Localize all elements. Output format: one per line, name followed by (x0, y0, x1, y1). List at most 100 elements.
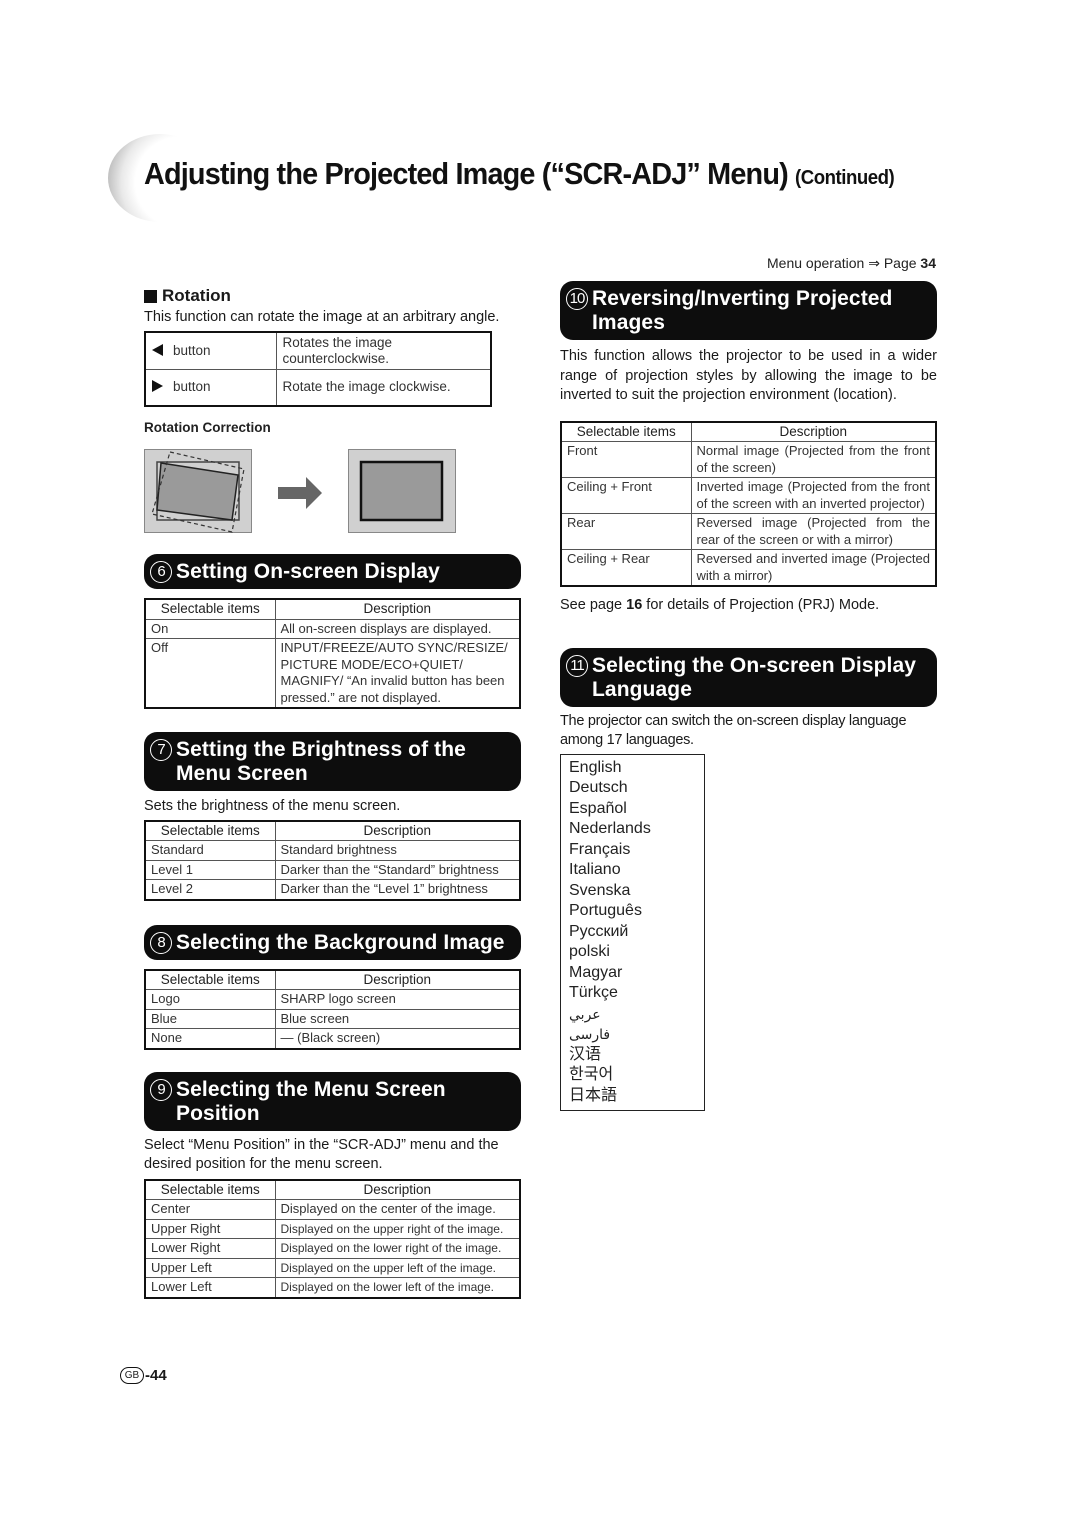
description-cell: Displayed on the lower left of the image… (274, 1277, 521, 1298)
page-number-footer: GB -44 (120, 1367, 167, 1384)
language-item: Español (569, 799, 627, 817)
language-item: Italiano (569, 861, 621, 878)
menu-operation-page-link[interactable]: 34 (920, 255, 936, 271)
column-header: Selectable items (144, 598, 276, 620)
section-intro: Sets the brightness of the menu screen. (144, 798, 401, 814)
section-header-menu-brightness: 7 Setting the Brightness of the Menu Scr… (144, 732, 521, 791)
background-image-table: Selectable items Description Logo SHARP … (144, 968, 521, 1050)
item-cell: Lower Left (144, 1277, 276, 1298)
section-header-on-screen-display: 6 Setting On-screen Display (144, 554, 521, 589)
rotation-heading-text: Rotation (162, 286, 231, 305)
menu-operation-page-label: Page (883, 255, 917, 271)
description-cell: Displayed on the center of the image. (274, 1199, 521, 1220)
rotation-correction-figure (144, 449, 521, 537)
column-header: Selectable items (560, 421, 692, 442)
description-cell: Standard brightness (274, 840, 521, 861)
table-row: Upper Right Displayed on the upper right… (144, 1218, 521, 1239)
column-header: Selectable items (144, 820, 276, 841)
item-cell: Lower Right (144, 1238, 276, 1259)
table-header-row: Selectable items Description (560, 421, 937, 442)
rotation-correction-diagram (144, 449, 456, 533)
note-page-link[interactable]: 16 (626, 597, 642, 613)
language-item: فارسی (569, 1026, 611, 1042)
rotation-button-label: button (173, 342, 211, 358)
section-number-badge: 6 (150, 561, 172, 583)
description-cell: Displayed on the lower right of the imag… (274, 1238, 521, 1259)
language-list: English Deutsch Español Nederlands Français I… (560, 753, 705, 1111)
item-cell: Ceiling + Rear (560, 549, 692, 587)
item-cell: Level 2 (144, 879, 276, 900)
description-cell: Displayed on the upper right of the imag… (274, 1218, 521, 1239)
language-item: English (569, 758, 622, 776)
table-row: Front Normal image (Projected from the f… (560, 441, 937, 478)
right-triangle-icon (152, 380, 163, 393)
page-number: -44 (145, 1367, 167, 1384)
section-title: Reversing/Inverting Projected Images (592, 287, 893, 334)
page-title-text: Adjusting the Projected Image (“SCR-ADJ”… (144, 156, 789, 191)
description-cell: All on-screen displays are displayed. (274, 618, 521, 639)
table-row: Blue Blue screen (144, 1008, 521, 1029)
language-item: Deutsch (569, 779, 628, 796)
description-cell: Blue screen (274, 1008, 521, 1029)
item-cell: Off (144, 638, 276, 709)
column-header: Description (690, 421, 937, 442)
section-intro: This function allows the projector to be… (560, 348, 937, 403)
language-item: 日本語 (569, 1086, 618, 1104)
page-title-continued: (Continued) (795, 167, 895, 189)
section-title: Setting On-screen Display (176, 560, 440, 583)
table-row: Level 2 Darker than the “Level 1” bright… (144, 879, 521, 900)
left-column: Rotation This function can rotate the im… (144, 286, 521, 1299)
language-item: polski (569, 943, 610, 960)
section-number-badge: 9 (150, 1078, 172, 1101)
description-cell: Reversed image (Projected from the rear … (690, 513, 937, 550)
left-triangle-icon (152, 343, 163, 356)
section-title: Setting the Brightness of the Menu Scree… (176, 738, 466, 785)
arrow-right-icon (278, 477, 322, 509)
rotation-button-cell: button (144, 331, 277, 370)
rotation-description: This function can rotate the image at an… (144, 309, 500, 325)
section-number-badge: 11 (566, 654, 588, 677)
description-cell: INPUT/FREEZE/AUTO SYNC/RESIZE/ PICTURE M… (274, 638, 521, 709)
table-row: Standard Standard brightness (144, 840, 521, 861)
region-badge-gb: GB (120, 1367, 144, 1384)
item-cell: Ceiling + Front (560, 477, 692, 514)
item-cell: Center (144, 1199, 276, 1220)
section-intro: The projector can switch the on-screen d… (560, 712, 907, 749)
table-row: Rear Reversed image (Projected from the … (560, 513, 937, 550)
menu-position-table: Selectable items Description Center Disp… (144, 1178, 521, 1299)
item-cell: Level 1 (144, 859, 276, 880)
section-title: Selecting the On-screen Display Language (592, 653, 917, 701)
table-row: None — (Black screen) (144, 1028, 521, 1049)
right-column: 10 Reversing/Inverting Projected Images … (560, 281, 937, 1111)
table-row: Upper Left Displayed on the upper left o… (144, 1257, 521, 1278)
table-header-row: Selectable items Description (144, 969, 521, 990)
rotation-desc-cell: Rotate the image clockwise. (275, 368, 492, 407)
page-title: Adjusting the Projected Image (“SCR-ADJ”… (144, 156, 895, 192)
menu-operation-label: Menu operation (767, 255, 865, 271)
note-suffix: for details of Projection (PRJ) Mode. (646, 597, 880, 613)
description-cell: Reversed and inverted image (Projected w… (690, 549, 937, 587)
table-row: Ceiling + Front Inverted image (Projecte… (560, 477, 937, 514)
item-cell: Standard (144, 840, 276, 861)
column-header: Description (274, 820, 521, 841)
language-item: 汉语 (569, 1045, 602, 1063)
section-title: Selecting the Background Image (176, 930, 505, 954)
language-item: Português (569, 902, 642, 919)
rotation-button-cell: button (144, 368, 277, 407)
language-item: Svenska (569, 881, 631, 899)
item-cell: None (144, 1028, 276, 1049)
rotation-heading: Rotation (144, 286, 521, 306)
table-header-row: Selectable items Description (144, 820, 521, 841)
section-title: Selecting the Menu Screen Position (176, 1077, 446, 1125)
rotation-correction-label: Rotation Correction (144, 420, 271, 435)
double-arrow-icon: ⇒ (868, 255, 880, 271)
square-bullet-icon (144, 289, 157, 303)
section-number-badge: 8 (150, 931, 172, 954)
language-item: 한국어 (569, 1066, 614, 1083)
table-row: Logo SHARP logo screen (144, 989, 521, 1010)
description-cell: Inverted image (Projected from the front… (690, 477, 937, 514)
description-cell: SHARP logo screen (274, 989, 521, 1010)
menu-brightness-table: Selectable items Description Standard St… (144, 819, 521, 901)
projection-mode-table: Selectable items Description Front Norma… (560, 420, 937, 587)
table-header-row: Selectable items Description (144, 598, 521, 620)
